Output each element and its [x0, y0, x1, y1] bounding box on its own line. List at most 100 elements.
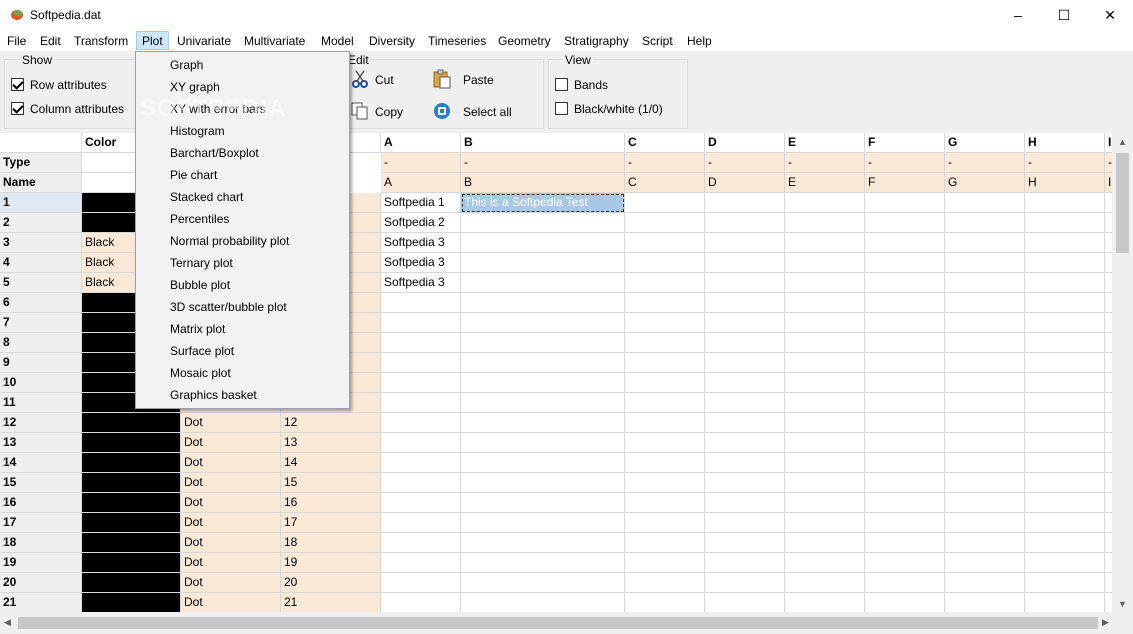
- data-cell[interactable]: [625, 373, 705, 393]
- data-cell[interactable]: [1105, 253, 1112, 273]
- row-header[interactable]: 19: [0, 553, 82, 573]
- plot-menu-item[interactable]: Normal probability plot: [170, 230, 289, 252]
- data-cell[interactable]: [945, 253, 1025, 273]
- name-cell[interactable]: I: [1105, 173, 1112, 193]
- data-cell[interactable]: [625, 473, 705, 493]
- data-cell[interactable]: [461, 473, 625, 493]
- row-header[interactable]: 3: [0, 233, 82, 253]
- data-cell[interactable]: [945, 333, 1025, 353]
- color-cell[interactable]: [82, 553, 181, 573]
- plot-menu-item[interactable]: 3D scatter/bubble plot: [170, 296, 287, 318]
- data-cell[interactable]: [381, 453, 461, 473]
- label-cell[interactable]: 19: [281, 553, 381, 573]
- data-cell[interactable]: [865, 213, 945, 233]
- symbol-cell[interactable]: Dot: [181, 473, 281, 493]
- data-cell[interactable]: [625, 533, 705, 553]
- data-cell[interactable]: [785, 293, 865, 313]
- data-cell[interactable]: [945, 573, 1025, 593]
- data-cell[interactable]: [1025, 193, 1105, 213]
- data-cell[interactable]: [1105, 573, 1112, 593]
- name-cell[interactable]: H: [1025, 173, 1105, 193]
- data-cell[interactable]: [705, 233, 785, 253]
- column-header[interactable]: D: [705, 133, 785, 153]
- data-cell[interactable]: [461, 513, 625, 533]
- data-cell[interactable]: [865, 533, 945, 553]
- data-cell[interactable]: [1025, 393, 1105, 413]
- data-cell[interactable]: [1105, 273, 1112, 293]
- data-cell[interactable]: [705, 253, 785, 273]
- menu-transform[interactable]: Transform: [74, 32, 128, 51]
- data-cell[interactable]: [461, 273, 625, 293]
- data-cell[interactable]: [945, 493, 1025, 513]
- symbol-cell[interactable]: Dot: [181, 533, 281, 553]
- data-cell[interactable]: [1105, 333, 1112, 353]
- row-header[interactable]: 17: [0, 513, 82, 533]
- menu-edit[interactable]: Edit: [40, 32, 61, 51]
- data-cell[interactable]: [1105, 493, 1112, 513]
- data-cell[interactable]: [461, 413, 625, 433]
- data-cell[interactable]: [1025, 253, 1105, 273]
- bands-checkbox[interactable]: [555, 78, 568, 91]
- horizontal-scrollbar[interactable]: ◀ ▶: [0, 612, 1133, 634]
- data-cell[interactable]: [705, 213, 785, 233]
- data-cell[interactable]: [1105, 433, 1112, 453]
- data-cell[interactable]: [381, 433, 461, 453]
- data-cell[interactable]: [1105, 413, 1112, 433]
- data-cell[interactable]: [865, 313, 945, 333]
- data-cell[interactable]: [945, 393, 1025, 413]
- type-cell[interactable]: -: [1105, 153, 1112, 173]
- data-cell[interactable]: [865, 233, 945, 253]
- data-cell[interactable]: [381, 513, 461, 533]
- data-cell[interactable]: [705, 373, 785, 393]
- row-header[interactable]: 16: [0, 493, 82, 513]
- data-cell[interactable]: [945, 193, 1025, 213]
- data-cell[interactable]: [381, 353, 461, 373]
- data-cell[interactable]: [945, 593, 1025, 612]
- data-cell[interactable]: [785, 353, 865, 373]
- data-cell[interactable]: [381, 373, 461, 393]
- plot-menu-item[interactable]: Ternary plot: [170, 252, 233, 274]
- horizontal-scroll-thumb[interactable]: [18, 617, 1098, 629]
- column-attributes-checkbox[interactable]: [11, 102, 24, 115]
- data-cell[interactable]: [1105, 593, 1112, 612]
- data-cell[interactable]: [1025, 593, 1105, 612]
- name-cell[interactable]: G: [945, 173, 1025, 193]
- data-cell[interactable]: [625, 253, 705, 273]
- data-cell[interactable]: [705, 433, 785, 453]
- data-cell[interactable]: [1025, 213, 1105, 233]
- data-cell[interactable]: [785, 253, 865, 273]
- data-cell[interactable]: [785, 393, 865, 413]
- menu-geometry[interactable]: Geometry: [498, 32, 551, 51]
- column-header[interactable]: F: [865, 133, 945, 153]
- color-cell[interactable]: [82, 513, 181, 533]
- color-cell[interactable]: [82, 433, 181, 453]
- type-cell[interactable]: -: [625, 153, 705, 173]
- data-cell[interactable]: [625, 593, 705, 612]
- minimize-button[interactable]: –: [995, 0, 1041, 30]
- data-cell[interactable]: [1025, 553, 1105, 573]
- data-cell[interactable]: [705, 493, 785, 513]
- row-header[interactable]: 6: [0, 293, 82, 313]
- data-cell[interactable]: [381, 573, 461, 593]
- plot-menu-item[interactable]: Graphics basket: [170, 384, 257, 406]
- data-cell[interactable]: [1105, 513, 1112, 533]
- label-cell[interactable]: 12: [281, 413, 381, 433]
- symbol-cell[interactable]: Dot: [181, 593, 281, 612]
- vertical-scrollbar[interactable]: ▲ ▼: [1112, 133, 1133, 612]
- row-attributes-checkbox[interactable]: [11, 78, 24, 91]
- column-header[interactable]: I: [1105, 133, 1112, 153]
- symbol-cell[interactable]: Dot: [181, 493, 281, 513]
- data-cell[interactable]: Softpedia 3: [381, 253, 461, 273]
- data-cell[interactable]: [865, 193, 945, 213]
- data-cell[interactable]: [945, 273, 1025, 293]
- data-cell[interactable]: [865, 573, 945, 593]
- data-cell[interactable]: [461, 353, 625, 373]
- data-cell[interactable]: [625, 293, 705, 313]
- data-cell[interactable]: [785, 433, 865, 453]
- maximize-button[interactable]: ☐: [1041, 0, 1087, 30]
- row-header[interactable]: 7: [0, 313, 82, 333]
- select-all-button[interactable]: Select all: [463, 105, 512, 119]
- data-cell[interactable]: [785, 493, 865, 513]
- menu-timeseries[interactable]: Timeseries: [428, 32, 486, 51]
- data-cell[interactable]: [865, 353, 945, 373]
